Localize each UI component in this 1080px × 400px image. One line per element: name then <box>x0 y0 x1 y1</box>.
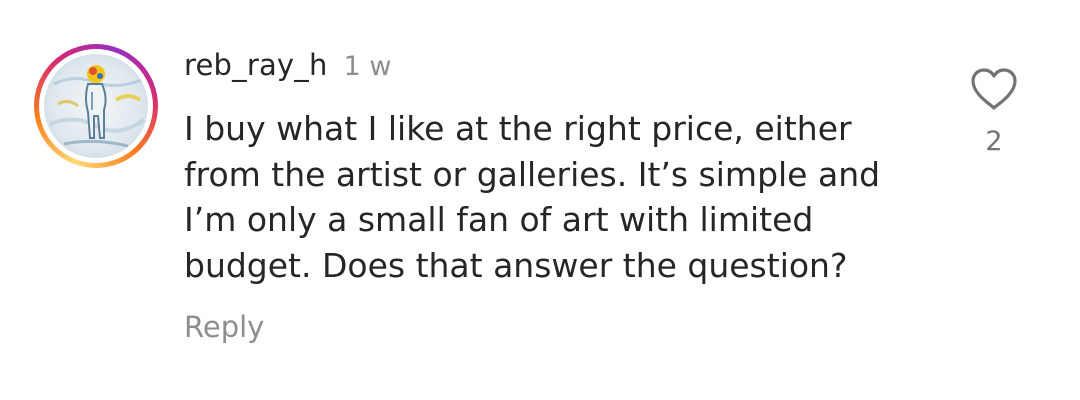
username-link[interactable]: reb_ray_h <box>184 48 328 82</box>
avatar-image <box>44 54 148 158</box>
like-control: 2 <box>964 66 1024 157</box>
heart-outline-icon[interactable] <box>969 66 1019 112</box>
reply-button[interactable]: Reply <box>184 310 264 344</box>
comment-timestamp: 1 w <box>343 51 392 82</box>
avatar[interactable] <box>44 54 148 158</box>
comment-body: reb_ray_h 1 w I buy what I like at the r… <box>184 48 944 344</box>
avatar-ring-gap <box>39 49 153 163</box>
like-count[interactable]: 2 <box>964 126 1024 157</box>
comment-item: reb_ray_h 1 w I buy what I like at the r… <box>0 0 1080 400</box>
comment-text: I buy what I like at the right price, ei… <box>184 109 881 285</box>
avatar-story-ring[interactable] <box>34 44 158 168</box>
comment-meta: reb_ray_h 1 w <box>184 48 944 92</box>
